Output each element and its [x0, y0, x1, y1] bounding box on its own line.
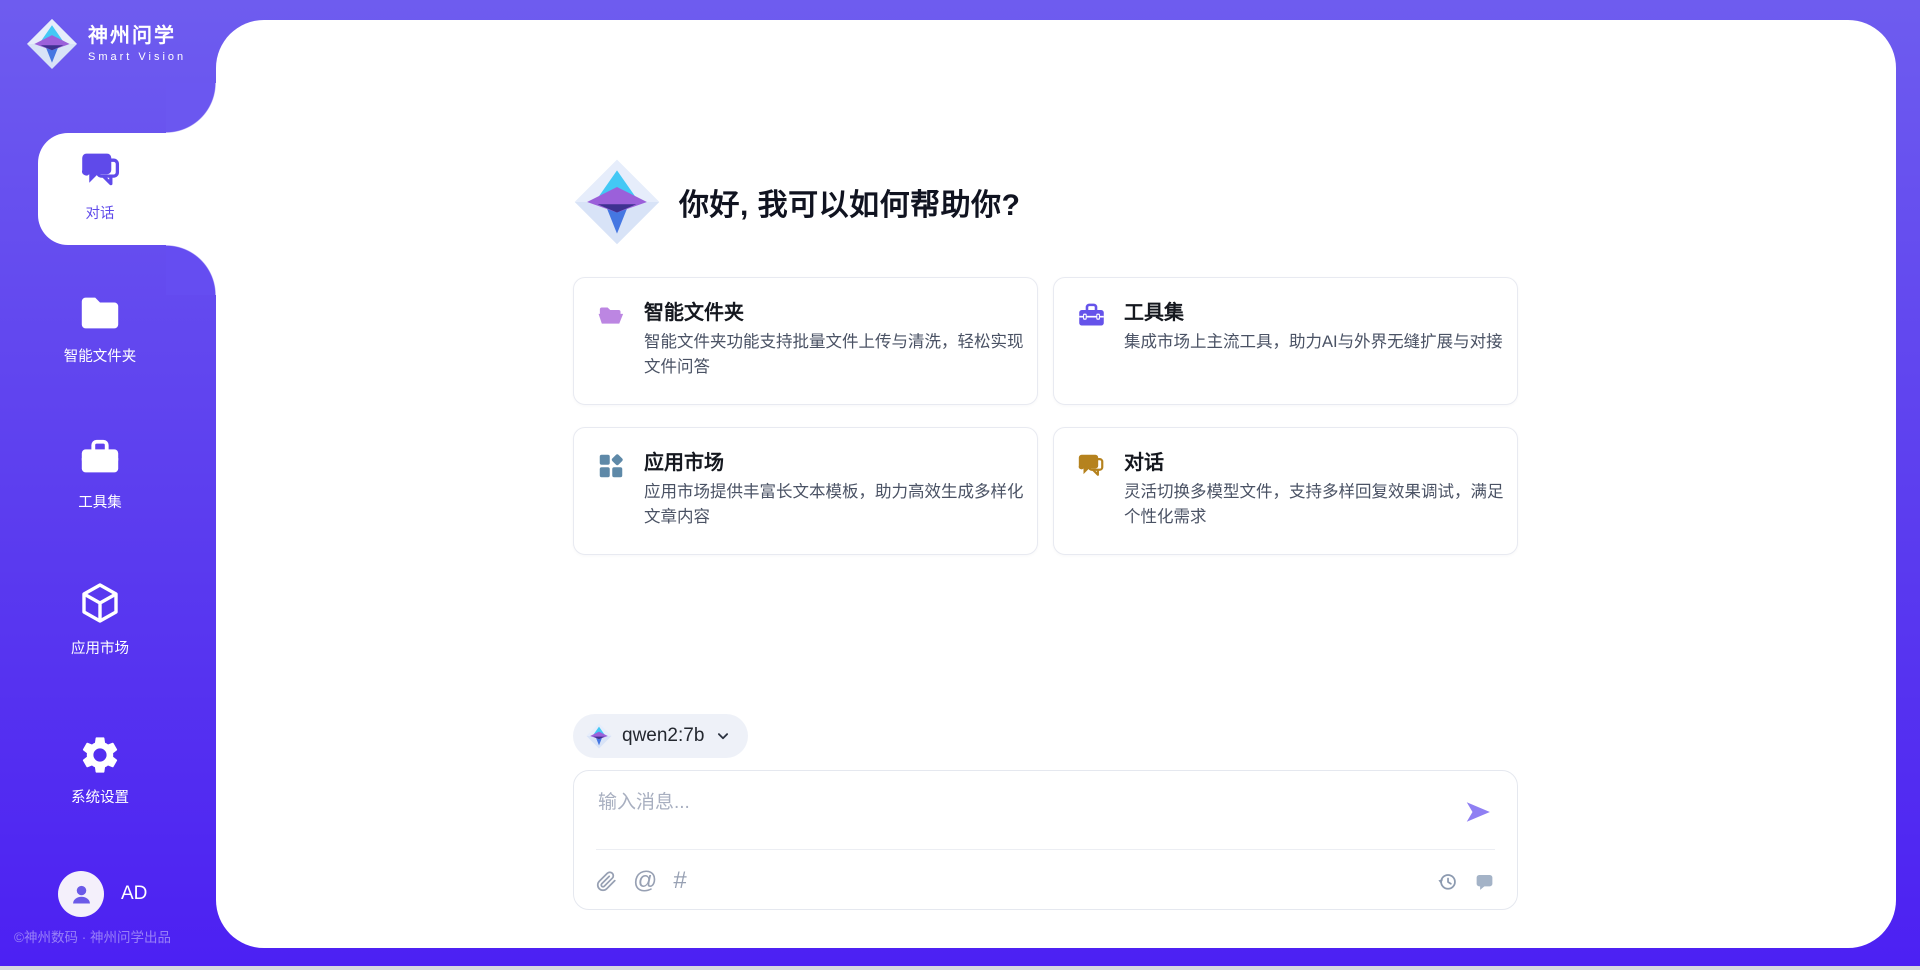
composer-divider [596, 849, 1495, 850]
model-selector[interactable]: qwen2:7b [573, 714, 748, 758]
card-title: 应用市场 [644, 446, 724, 475]
greeting-diamond-icon [573, 158, 661, 246]
chat-bubbles-icon [1076, 451, 1106, 481]
avatar [58, 871, 104, 917]
folder-open-icon [596, 301, 627, 332]
card-title: 对话 [1124, 446, 1164, 475]
feature-cards: 智能文件夹 智能文件夹功能支持批量文件上传与清洗，轻松实现文件问答 工具集 集成… [573, 277, 1518, 555]
card-title: 工具集 [1124, 296, 1184, 325]
folder-icon [77, 290, 123, 336]
sidebar-item-chat[interactable]: 对话 [20, 148, 180, 223]
sidebar-footer: ©神州数码 · 神州问学出品 [14, 926, 171, 946]
sidebar-item-label: 智能文件夹 [64, 345, 137, 366]
active-nav-fillet-bottom [166, 245, 216, 295]
app-window: 神州问学 Smart Vision 对话 智能文件夹 工具集 应用市场 系统设置… [0, 0, 1920, 970]
sidebar-item-label: 应用市场 [71, 637, 129, 658]
model-name: qwen2:7b [622, 725, 704, 747]
at-icon: @ [633, 870, 657, 892]
brand: 神州问学 Smart Vision [26, 18, 186, 70]
brand-subtitle: Smart Vision [88, 51, 186, 64]
mention-button[interactable]: @ [633, 870, 657, 892]
card-toolset[interactable]: 工具集 集成市场上主流工具，助力AI与外界无缝扩展与对接 [1053, 277, 1518, 405]
window-bottom-edge [0, 966, 1920, 970]
feedback-button[interactable] [1474, 871, 1495, 892]
brand-diamond-icon [26, 18, 78, 70]
card-smart-folders[interactable]: 智能文件夹 智能文件夹功能支持批量文件上传与清洗，轻松实现文件问答 [573, 277, 1038, 405]
send-icon [1463, 797, 1493, 827]
composer-left-tools: @ # [596, 870, 687, 892]
person-icon [68, 881, 95, 908]
brand-name: 神州问学 [88, 25, 186, 48]
composer: @ # [573, 770, 1518, 910]
sidebar-item-label: 对话 [86, 202, 115, 223]
card-description: 集成市场上主流工具，助力AI与外界无缝扩展与对接 [1124, 330, 1504, 355]
history-button[interactable] [1437, 871, 1458, 892]
card-description: 应用市场提供丰富长文本模板，助力高效生成多样化文章内容 [644, 480, 1024, 530]
greeting: 你好, 我可以如何帮助你? [573, 158, 1021, 246]
send-button[interactable] [1463, 796, 1495, 828]
gear-icon [78, 733, 122, 777]
greeting-title: 你好, 我可以如何帮助你? [679, 180, 1021, 224]
paperclip-icon [596, 871, 617, 892]
card-app-market[interactable]: 应用市场 应用市场提供丰富长文本模板，助力高效生成多样化文章内容 [573, 427, 1038, 555]
attach-button[interactable] [596, 871, 617, 892]
message-input[interactable] [598, 787, 1428, 843]
active-nav-fillet-top [166, 83, 216, 133]
sidebar-item-app-market[interactable]: 应用市场 [20, 580, 180, 658]
toolbox-icon [77, 436, 123, 482]
history-icon [1437, 871, 1458, 892]
chat-bubbles-icon [78, 148, 123, 193]
toolbox-icon [1076, 301, 1107, 332]
chevron-down-icon [714, 727, 732, 745]
sidebar-item-smart-folders[interactable]: 智能文件夹 [20, 290, 180, 366]
topic-button[interactable]: # [673, 870, 686, 892]
sidebar-item-label: 系统设置 [71, 786, 129, 807]
user-account[interactable]: AD [58, 871, 147, 917]
card-description: 灵活切换多模型文件，支持多样回复效果调试，满足个性化需求 [1124, 480, 1504, 530]
cube-icon [76, 580, 124, 628]
chat-filled-icon [1474, 871, 1495, 892]
apps-grid-icon [596, 451, 626, 481]
card-title: 智能文件夹 [644, 296, 744, 325]
composer-right-tools [1437, 871, 1495, 892]
card-chat[interactable]: 对话 灵活切换多模型文件，支持多样回复效果调试，满足个性化需求 [1053, 427, 1518, 555]
model-diamond-icon [586, 723, 612, 749]
sidebar-item-settings[interactable]: 系统设置 [20, 733, 180, 807]
card-description: 智能文件夹功能支持批量文件上传与清洗，轻松实现文件问答 [644, 330, 1024, 380]
sidebar-item-toolset[interactable]: 工具集 [20, 436, 180, 512]
hash-icon: # [673, 870, 686, 892]
sidebar-item-label: 工具集 [78, 491, 122, 512]
user-initials: AD [121, 883, 147, 905]
composer-toolbar: @ # [596, 859, 1495, 903]
